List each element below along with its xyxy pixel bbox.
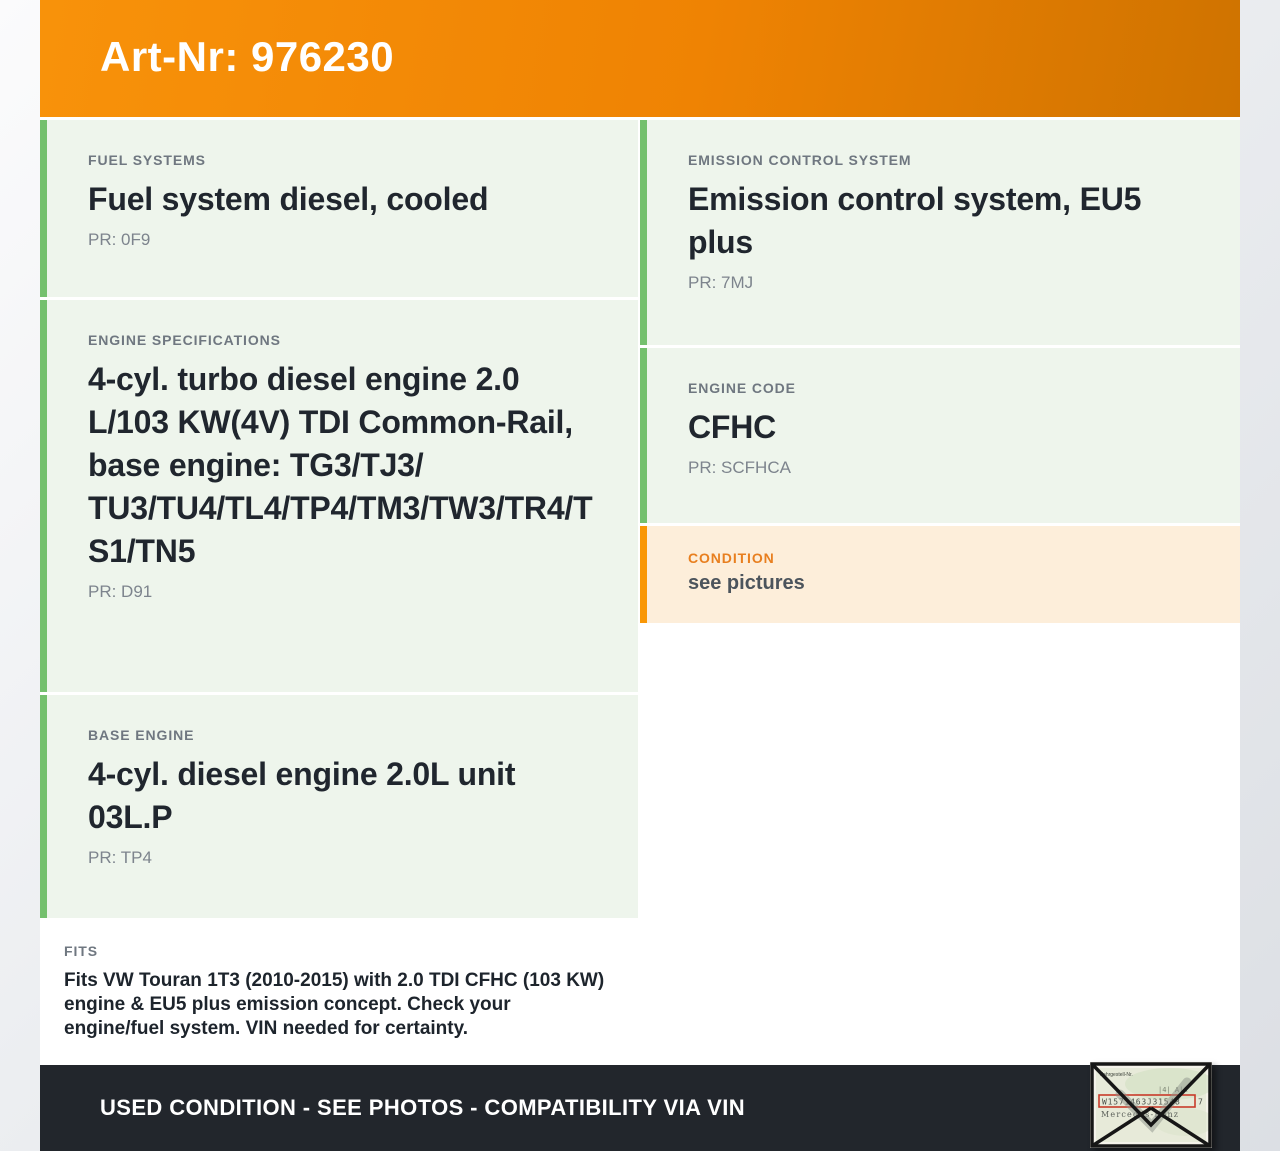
card-engine-code: ENGINE CODE CFHC PR: SCFHCA <box>640 348 1240 523</box>
pr-code: PR: TP4 <box>88 848 152 867</box>
card-title: CFHC <box>688 409 777 445</box>
vin-plate-illustration: Fahrgestell-Nr. |4| A|A W1571463J31548 7… <box>1090 1062 1212 1148</box>
pr-code: PR: D91 <box>88 582 153 601</box>
card-title: 4-cyl. turbo diesel engine 2.0 L/103 KW(… <box>88 361 593 569</box>
card-emission-control: EMISSION CONTROL SYSTEM Emission control… <box>640 120 1240 345</box>
card-fits: FITS Fits VW Touran 1T3 (2010-2015) with… <box>40 921 638 1063</box>
card-label: CONDITION <box>688 550 775 566</box>
card-label: ENGINE CODE <box>688 380 796 396</box>
content-columns: FUEL SYSTEMS Fuel system diesel, cooled … <box>40 120 1240 1063</box>
article-number-title: Art-Nr: 976230 <box>100 33 395 80</box>
card-base-engine: BASE ENGINE 4-cyl. diesel engine 2.0L un… <box>40 695 638 918</box>
listing-template: Art-Nr: 976230 FUEL SYSTEMS Fuel system … <box>40 0 1240 1151</box>
footer-notice: USED CONDITION - SEE PHOTOS - COMPATIBIL… <box>100 1095 746 1120</box>
card-condition: CONDITION see pictures <box>640 526 1240 623</box>
pr-code: PR: 7MJ <box>688 273 754 292</box>
vin-plate-photo: Fahrgestell-Nr. |4| A|A W1571463J31548 7… <box>1090 1062 1212 1148</box>
right-column: EMISSION CONTROL SYSTEM Emission control… <box>640 120 1240 1063</box>
card-fuel-systems: FUEL SYSTEMS Fuel system diesel, cooled … <box>40 120 638 297</box>
vin-suffix-text: 7 <box>1198 1098 1203 1107</box>
card-label: EMISSION CONTROL SYSTEM <box>688 152 912 168</box>
condition-value: see pictures <box>688 572 805 594</box>
card-label: FITS <box>64 943 98 959</box>
card-label: BASE ENGINE <box>88 727 195 743</box>
card-label: FUEL SYSTEMS <box>88 152 206 168</box>
header-banner: Art-Nr: 976230 <box>40 0 1240 117</box>
fits-description: Fits VW Touran 1T3 (2010-2015) with 2.0 … <box>64 970 605 1039</box>
left-column: FUEL SYSTEMS Fuel system diesel, cooled … <box>40 120 638 1063</box>
pr-code: PR: 0F9 <box>88 230 151 249</box>
card-title: Emission control system, EU5 plus <box>688 181 1142 260</box>
pr-code: PR: SCFHCA <box>688 458 791 477</box>
footer-bar: USED CONDITION - SEE PHOTOS - COMPATIBIL… <box>40 1062 1240 1151</box>
card-engine-specifications: ENGINE SPECIFICATIONS 4-cyl. turbo diese… <box>40 300 638 692</box>
card-title: Fuel system diesel, cooled <box>88 181 489 217</box>
card-label: ENGINE SPECIFICATIONS <box>88 332 281 348</box>
card-title: 4-cyl. diesel engine 2.0L unit 03L.P <box>88 756 516 835</box>
